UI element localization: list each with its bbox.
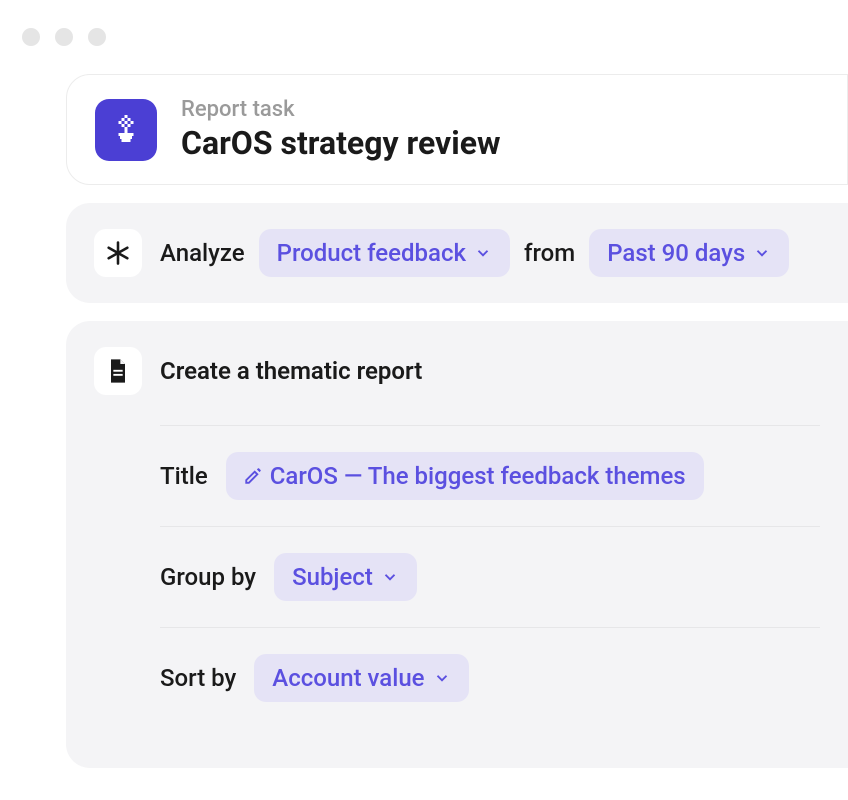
- app-icon: [95, 99, 157, 161]
- chevron-down-icon: [381, 568, 399, 586]
- analyze-card: Analyze Product feedback from Past 90 da…: [66, 203, 848, 303]
- analyze-icon-box: [94, 229, 142, 277]
- title-chip[interactable]: CarOS — The biggest feedback themes: [226, 452, 704, 500]
- title-label: Title: [160, 462, 208, 490]
- report-header-row: Create a thematic report: [94, 347, 820, 395]
- report-card: Create a thematic report Title CarOS — T…: [66, 321, 848, 768]
- pencil-icon: [244, 467, 262, 485]
- group-by-label: Group by: [160, 563, 256, 591]
- range-chip-label: Past 90 days: [607, 239, 745, 267]
- sort-by-field-row: Sort by Account value: [160, 628, 820, 728]
- feedback-chip-label: Product feedback: [277, 239, 466, 267]
- window-dot[interactable]: [88, 28, 106, 46]
- sort-by-value: Account value: [272, 664, 424, 692]
- from-label: from: [524, 239, 575, 267]
- analyze-label: Analyze: [160, 239, 245, 267]
- header-title: CarOS strategy review: [181, 124, 501, 162]
- group-by-field-row: Group by Subject: [160, 527, 820, 627]
- window-dot[interactable]: [22, 28, 40, 46]
- title-value: CarOS — The biggest feedback themes: [270, 462, 686, 490]
- document-icon: [104, 357, 132, 385]
- report-heading: Create a thematic report: [160, 357, 422, 385]
- sort-by-label: Sort by: [160, 664, 236, 692]
- group-by-chip[interactable]: Subject: [274, 553, 417, 601]
- sort-by-chip[interactable]: Account value: [254, 654, 468, 702]
- asterisk-icon: [104, 239, 132, 267]
- report-task-card: Report task CarOS strategy review: [66, 74, 848, 185]
- group-by-value: Subject: [292, 563, 373, 591]
- range-chip[interactable]: Past 90 days: [589, 229, 789, 277]
- feedback-chip[interactable]: Product feedback: [259, 229, 510, 277]
- title-field-row: Title CarOS — The biggest feedback theme…: [160, 426, 820, 526]
- plant-pixel-icon: [108, 112, 144, 148]
- chevron-down-icon: [433, 669, 451, 687]
- analyze-row: Analyze Product feedback from Past 90 da…: [160, 229, 789, 277]
- chevron-down-icon: [753, 244, 771, 262]
- header-subtitle: Report task: [181, 97, 501, 122]
- window-controls: [0, 0, 848, 74]
- header-text: Report task CarOS strategy review: [181, 97, 501, 162]
- window-dot[interactable]: [55, 28, 73, 46]
- report-icon-box: [94, 347, 142, 395]
- chevron-down-icon: [474, 244, 492, 262]
